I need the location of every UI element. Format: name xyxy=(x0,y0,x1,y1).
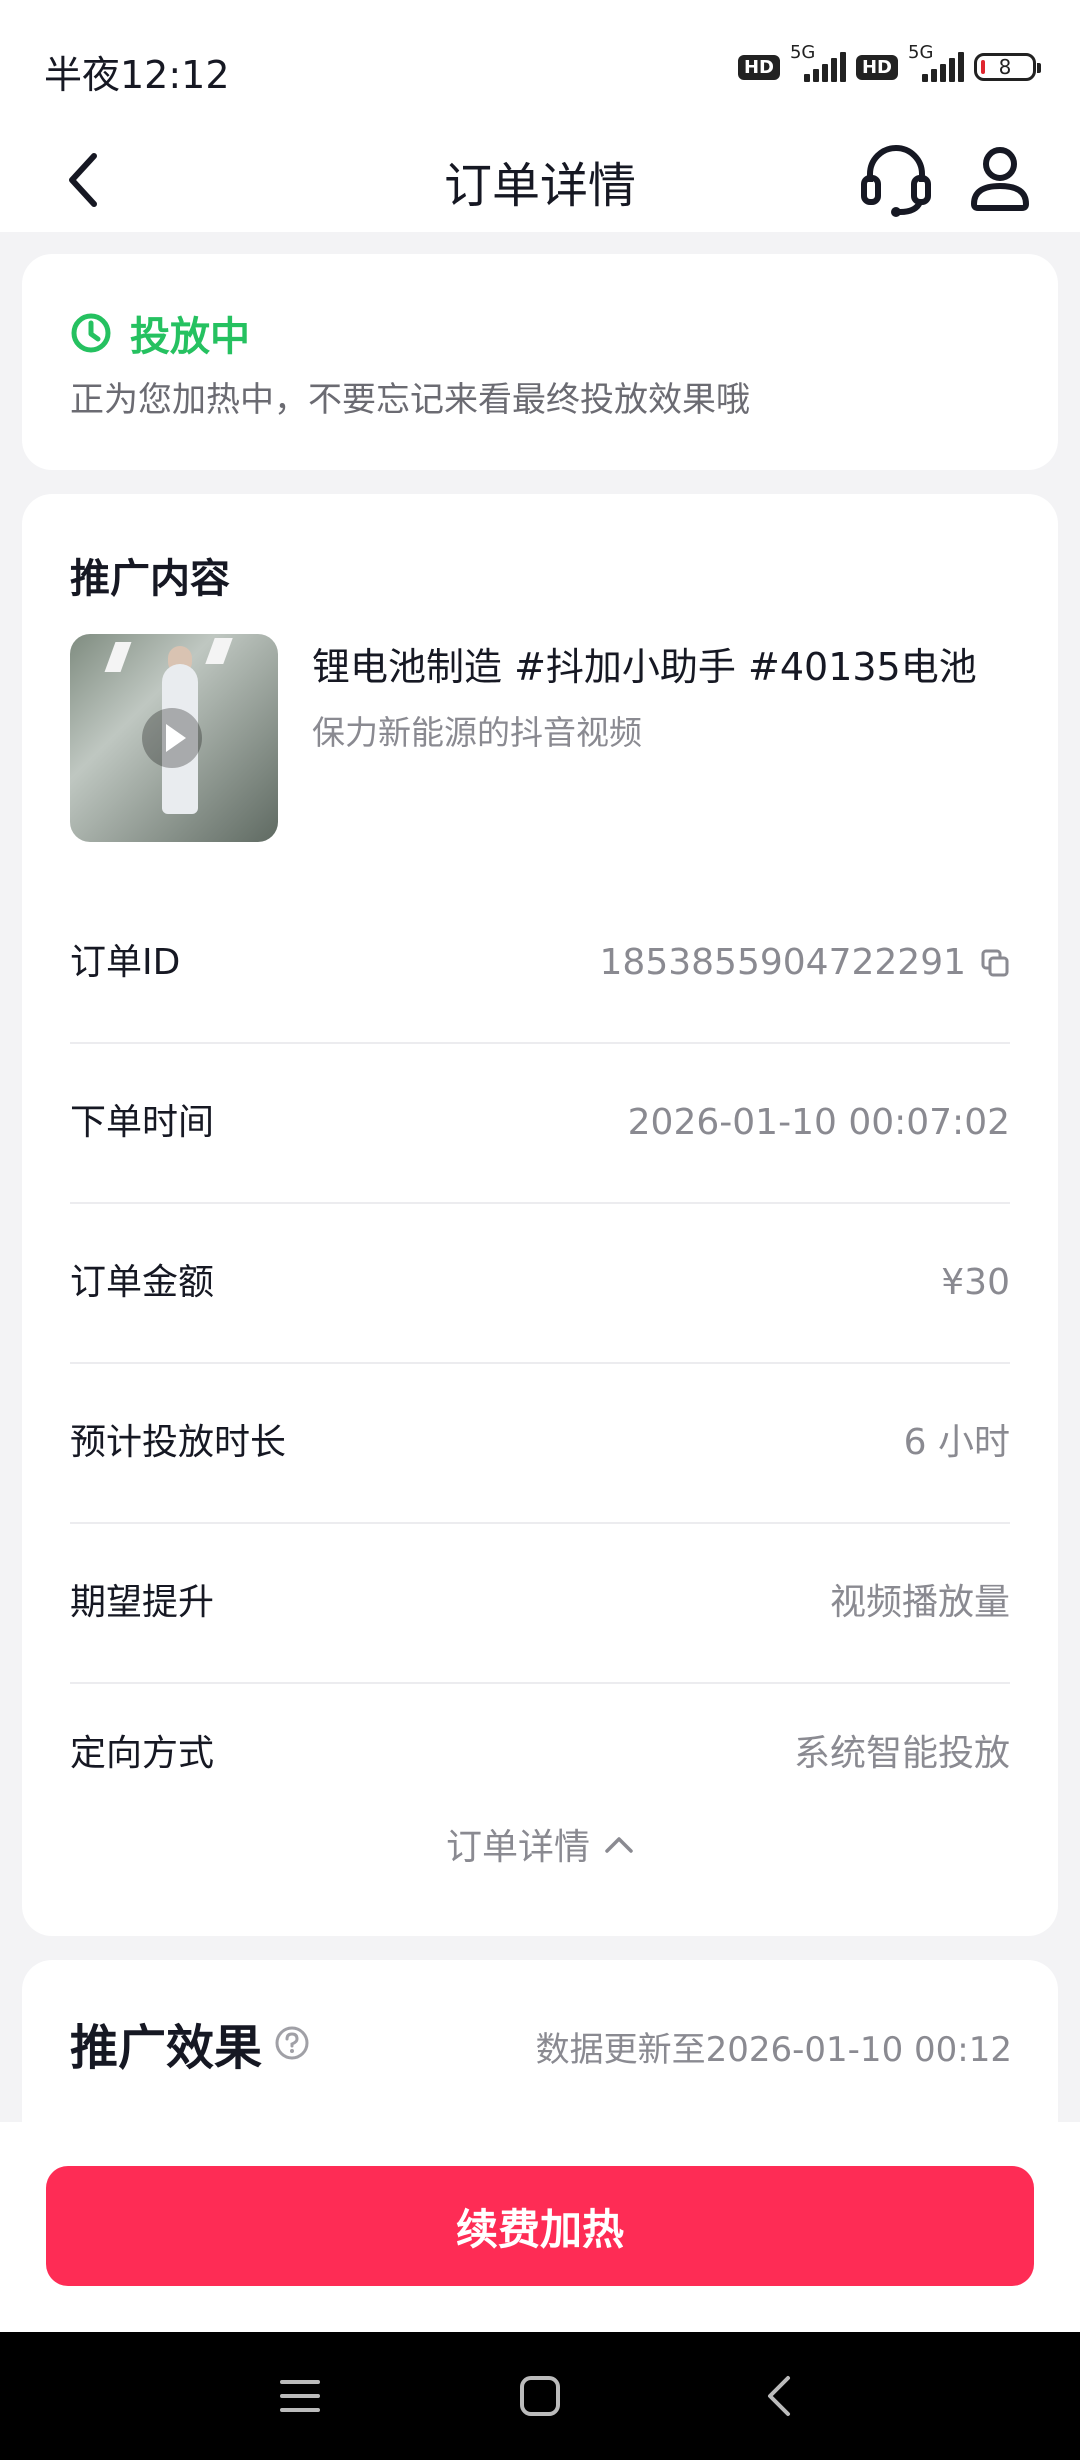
data-updated-time: 数据更新至2026-01-10 00:12 xyxy=(535,2030,1012,2070)
detail-row-duration: 预计投放时长 6 小时 xyxy=(70,1364,1010,1524)
status-time: 半夜12:12 xyxy=(44,53,230,97)
promotion-detail-card: 推广内容 锂电池制造 #抖加小助手 #40135电池 保力新能源的抖音视频 订单… xyxy=(22,494,1058,1936)
effect-title-group: 推广效果 xyxy=(70,2008,310,2078)
copy-icon[interactable] xyxy=(980,948,1010,978)
order-id-value: 1853855904722291 xyxy=(599,942,966,983)
user-icon xyxy=(971,147,1029,211)
row-label: 预计投放时长 xyxy=(70,1422,287,1463)
row-value: 1853855904722291 xyxy=(600,884,1010,1042)
headset-icon xyxy=(861,145,931,217)
row-label: 定向方式 xyxy=(70,1733,215,1774)
row-value: 视频播放量 xyxy=(829,1582,1010,1623)
order-status-card: 投放中 正为您加热中，不要忘记来看最终投放效果哦 xyxy=(22,254,1058,470)
status-row: 投放中 xyxy=(70,304,250,362)
status-description: 正为您加热中，不要忘记来看最终投放效果哦 xyxy=(70,380,750,420)
signal-icon: 5G xyxy=(790,42,846,82)
renew-boost-button[interactable]: 续费加热 xyxy=(46,2166,1034,2286)
chevron-up-icon xyxy=(605,1837,633,1853)
row-value: ¥30 xyxy=(941,1262,1010,1303)
detail-row-amount: 订单金额 ¥30 xyxy=(70,1204,1010,1364)
row-label: 订单金额 xyxy=(70,1262,215,1303)
home-button[interactable] xyxy=(504,2360,576,2432)
detail-row-order-id: 订单ID 1853855904722291 xyxy=(70,884,1010,1044)
row-label: 期望提升 xyxy=(70,1582,215,1623)
signal-icon: 5G xyxy=(908,42,964,82)
hd-icon: HD xyxy=(855,54,898,80)
profile-button[interactable] xyxy=(968,138,1032,218)
menu-button[interactable] xyxy=(264,2360,336,2432)
nav-back-icon xyxy=(768,2376,790,2416)
video-thumbnail[interactable] xyxy=(70,634,278,842)
play-icon xyxy=(142,708,202,768)
row-value: 6 小时 xyxy=(903,1422,1010,1463)
home-icon xyxy=(520,2376,560,2416)
row-value: 2026-01-10 00:07:02 xyxy=(627,1102,1010,1143)
section-title: 推广内容 xyxy=(70,556,230,602)
system-back-button[interactable] xyxy=(744,2360,816,2432)
detail-row-goal: 期望提升 视频播放量 xyxy=(70,1524,1010,1684)
status-bar: 半夜12:12 HD 5G HD 5G 8 xyxy=(0,0,1080,130)
hd-icon: HD xyxy=(737,54,780,80)
status-label: 投放中 xyxy=(130,314,250,360)
detail-row-order-time: 下单时间 2026-01-10 00:07:02 xyxy=(70,1044,1010,1204)
row-label: 订单ID xyxy=(70,942,181,983)
system-nav-bar xyxy=(0,2332,1080,2460)
bottom-action-bar: 续费加热 xyxy=(0,2122,1080,2332)
app-header: 订单详情 xyxy=(0,130,1080,232)
detail-row-targeting: 定向方式 系统智能投放 xyxy=(70,1684,1010,1824)
row-label: 下单时间 xyxy=(70,1102,215,1143)
collapse-toggle[interactable]: 订单详情 xyxy=(22,1818,1058,1870)
video-title[interactable]: 锂电池制造 #抖加小助手 #40135电池 xyxy=(312,636,1032,691)
battery-level: 8 xyxy=(998,55,1012,79)
collapse-label: 订单详情 xyxy=(445,1827,590,1868)
row-value: 系统智能投放 xyxy=(793,1733,1010,1774)
help-icon[interactable] xyxy=(274,2025,310,2061)
clock-icon xyxy=(71,313,111,353)
battery-icon: 8 xyxy=(974,53,1041,81)
status-indicators: HD 5G HD 5G 8 xyxy=(737,42,1041,82)
video-subtitle: 保力新能源的抖音视频 xyxy=(312,713,642,752)
customer-service-button[interactable] xyxy=(860,138,932,218)
effect-title: 推广效果 xyxy=(70,2020,263,2076)
menu-icon xyxy=(280,2380,320,2412)
